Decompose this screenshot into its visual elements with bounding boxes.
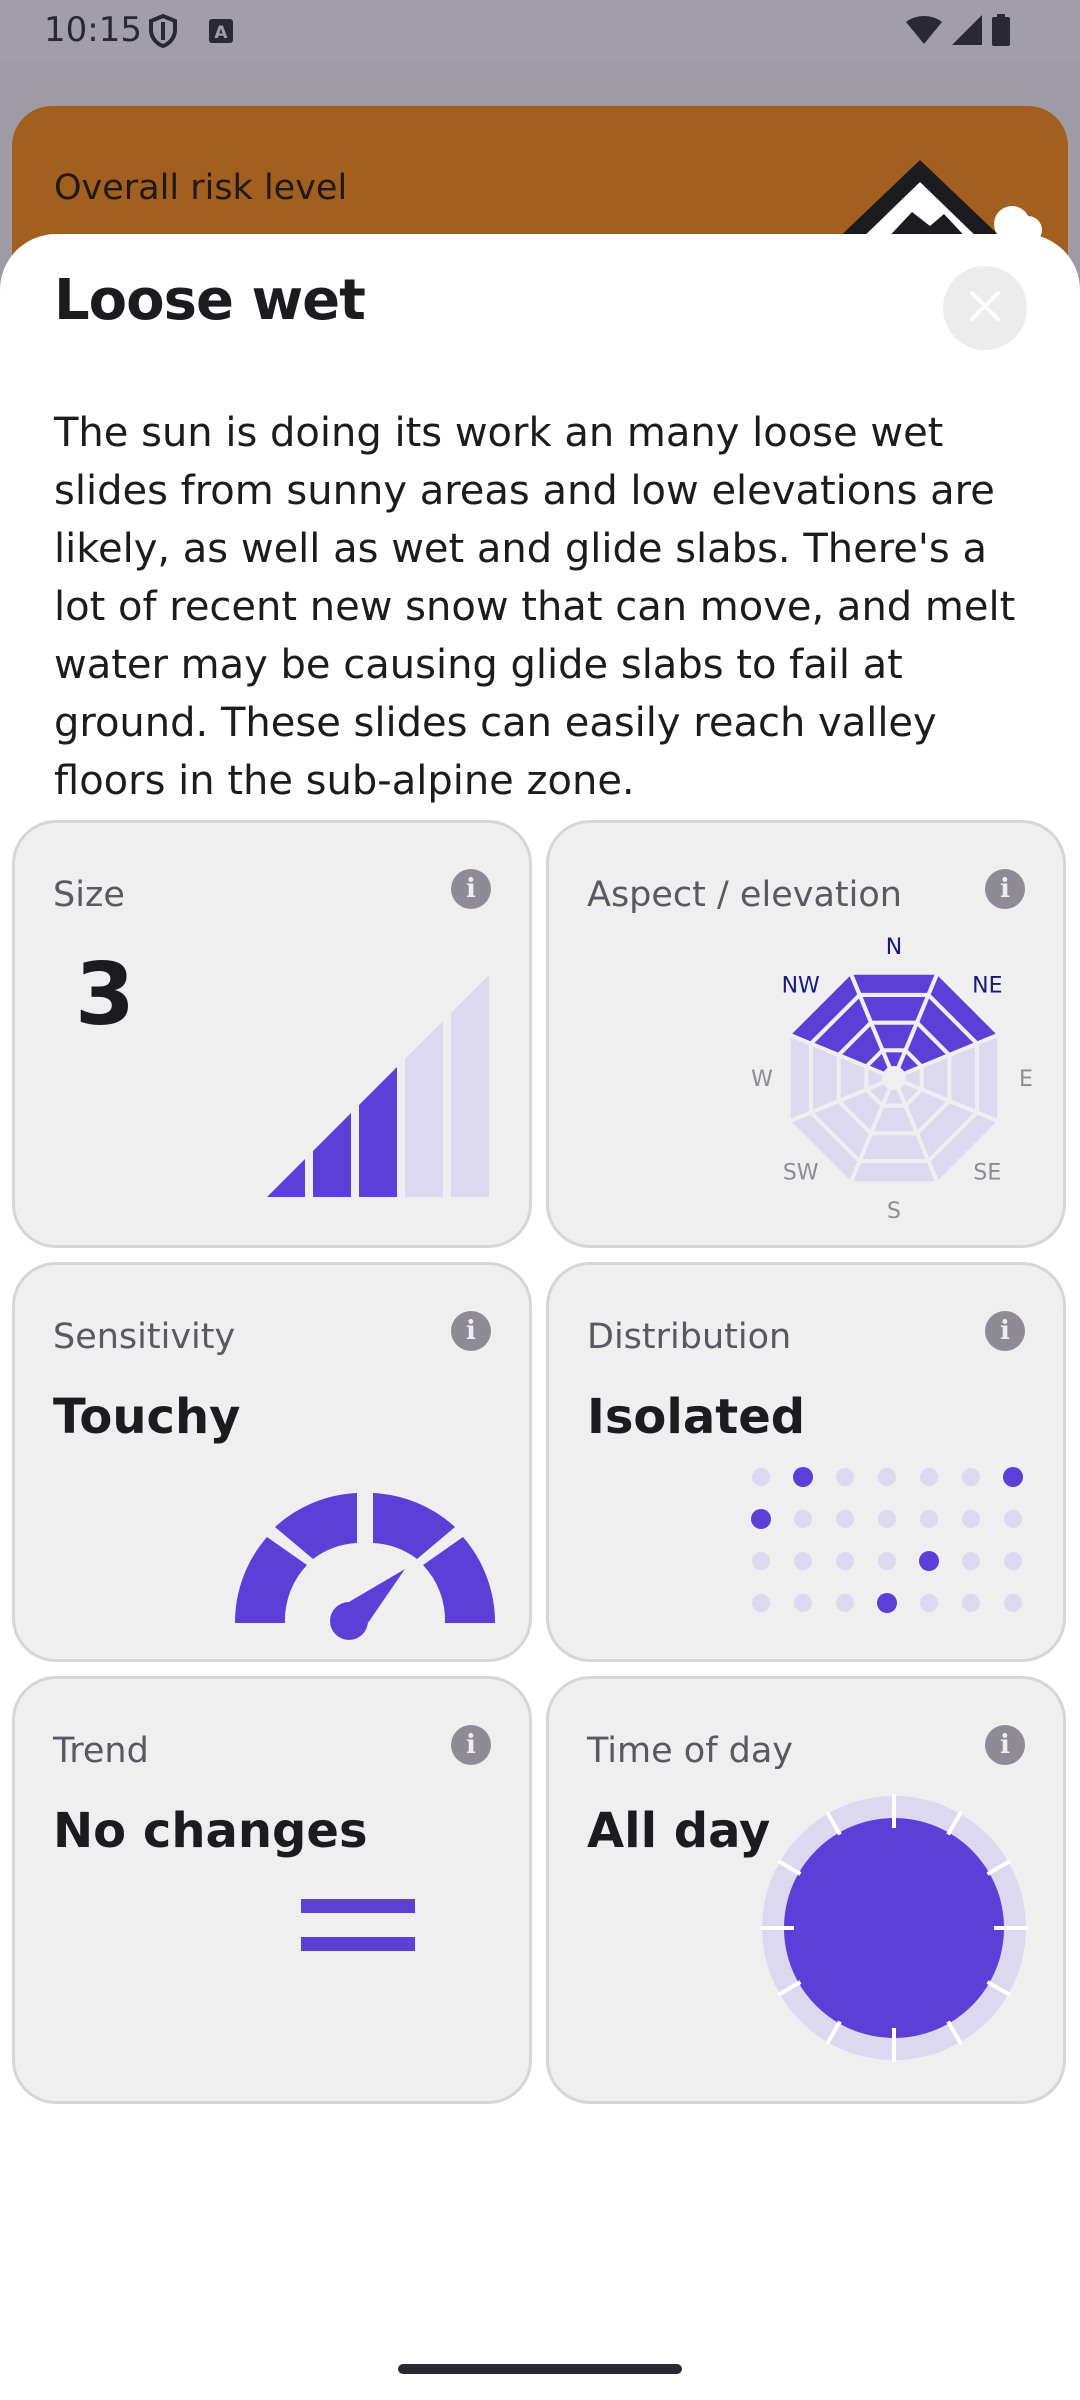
sensitivity-tile: Sensitivity i Touchy bbox=[12, 1262, 532, 1662]
size-label: Size bbox=[53, 875, 125, 915]
distribution-dot-filled bbox=[1003, 1467, 1023, 1487]
equals-icon bbox=[301, 1899, 415, 1951]
size-value: 3 bbox=[75, 945, 135, 1045]
distribution-dot bbox=[794, 1552, 812, 1570]
signal-icon bbox=[952, 15, 982, 49]
aspect-rose-graphic: N NE E SE S SW W NW bbox=[751, 935, 1033, 1223]
distribution-dot bbox=[752, 1552, 770, 1570]
aspect-direction-label: N bbox=[886, 935, 902, 960]
aspect-direction-label: SW bbox=[783, 1160, 819, 1185]
status-time: 10:15 bbox=[44, 10, 142, 50]
distribution-dot bbox=[920, 1468, 938, 1486]
time-of-day-info-button[interactable]: i bbox=[985, 1725, 1025, 1765]
aspect-direction-label: S bbox=[887, 1199, 901, 1223]
aspect-info-button[interactable]: i bbox=[985, 869, 1025, 909]
size-bars-graphic bbox=[267, 975, 489, 1197]
distribution-dot bbox=[1004, 1594, 1022, 1612]
distribution-dot bbox=[752, 1468, 770, 1486]
aspect-sector-e bbox=[975, 1031, 1002, 1125]
distribution-dot bbox=[878, 1552, 896, 1570]
distribution-dot bbox=[836, 1510, 854, 1528]
a-badge-icon: A bbox=[208, 18, 234, 48]
problem-detail-sheet: Loose wet The sun is doing its work an m… bbox=[0, 234, 1080, 2400]
aspect-direction-label: NE bbox=[972, 974, 1002, 999]
distribution-dot bbox=[878, 1468, 896, 1486]
sensitivity-value: Touchy bbox=[53, 1389, 241, 1445]
aspect-sector-n bbox=[847, 970, 941, 997]
distribution-dot bbox=[962, 1594, 980, 1612]
distribution-dot bbox=[836, 1594, 854, 1612]
distribution-dot bbox=[878, 1510, 896, 1528]
sensitivity-label: Sensitivity bbox=[53, 1317, 236, 1357]
distribution-dot-filled bbox=[877, 1593, 897, 1613]
distribution-dot bbox=[1004, 1510, 1022, 1528]
aspect-label: Aspect / elevation bbox=[587, 875, 902, 915]
distribution-dot bbox=[962, 1552, 980, 1570]
distribution-dot bbox=[962, 1468, 980, 1486]
close-button[interactable] bbox=[943, 266, 1027, 350]
distribution-dot bbox=[836, 1468, 854, 1486]
distribution-dots-graphic bbox=[751, 1467, 1023, 1613]
problem-description: The sun is doing its work an many loose … bbox=[54, 410, 1016, 804]
distribution-dot bbox=[1004, 1552, 1022, 1570]
wifi-icon bbox=[906, 15, 942, 49]
home-indicator[interactable] bbox=[398, 2364, 682, 2374]
status-bar: 10:15 A bbox=[0, 0, 1080, 62]
distribution-dot bbox=[920, 1594, 938, 1612]
aspect-sector-s bbox=[847, 1159, 941, 1186]
time-of-day-clock-graphic bbox=[760, 1794, 1028, 2062]
aspect-sector-w bbox=[786, 1031, 813, 1125]
distribution-dot bbox=[962, 1510, 980, 1528]
trend-label: Trend bbox=[53, 1731, 149, 1771]
size-info-button[interactable]: i bbox=[451, 869, 491, 909]
distribution-value: Isolated bbox=[587, 1389, 806, 1445]
sensitivity-info-button[interactable]: i bbox=[451, 1311, 491, 1351]
distribution-dot bbox=[836, 1552, 854, 1570]
aspect-direction-label: E bbox=[1019, 1067, 1033, 1092]
risk-level-label: Overall risk level bbox=[54, 168, 348, 208]
distribution-label: Distribution bbox=[587, 1317, 792, 1357]
size-tile: Size i 3 bbox=[12, 820, 532, 1248]
trend-info-button[interactable]: i bbox=[451, 1725, 491, 1765]
trend-tile: Trend i No changes bbox=[12, 1676, 532, 2104]
sheet-title: Loose wet bbox=[54, 268, 366, 333]
aspect-direction-label: NW bbox=[782, 974, 820, 999]
distribution-dot bbox=[920, 1510, 938, 1528]
distribution-dot-filled bbox=[793, 1467, 813, 1487]
aspect-elevation-tile: Aspect / elevation i N NE E SE S SW W NW bbox=[546, 820, 1066, 1248]
distribution-dot bbox=[794, 1510, 812, 1528]
aspect-rose-center bbox=[882, 1066, 906, 1090]
time-of-day-value: All day bbox=[587, 1803, 771, 1859]
distribution-dot-filled bbox=[919, 1551, 939, 1571]
battery-icon bbox=[992, 14, 1010, 50]
sensitivity-gauge-graphic bbox=[234, 1493, 496, 1640]
aspect-direction-label: SE bbox=[973, 1160, 1001, 1185]
distribution-dot bbox=[794, 1594, 812, 1612]
aspect-direction-label: W bbox=[751, 1067, 773, 1092]
distribution-tile: Distribution i Isolated bbox=[546, 1262, 1066, 1662]
trend-value: No changes bbox=[53, 1803, 368, 1859]
close-icon bbox=[968, 289, 1002, 327]
time-of-day-tile: Time of day i All day bbox=[546, 1676, 1066, 2104]
shield-icon bbox=[148, 13, 178, 52]
distribution-dot-filled bbox=[751, 1509, 771, 1529]
clock-fill bbox=[784, 1818, 1004, 2038]
svg-text:A: A bbox=[214, 23, 228, 43]
time-of-day-label: Time of day bbox=[587, 1731, 794, 1771]
distribution-info-button[interactable]: i bbox=[985, 1311, 1025, 1351]
distribution-dot bbox=[752, 1594, 770, 1612]
